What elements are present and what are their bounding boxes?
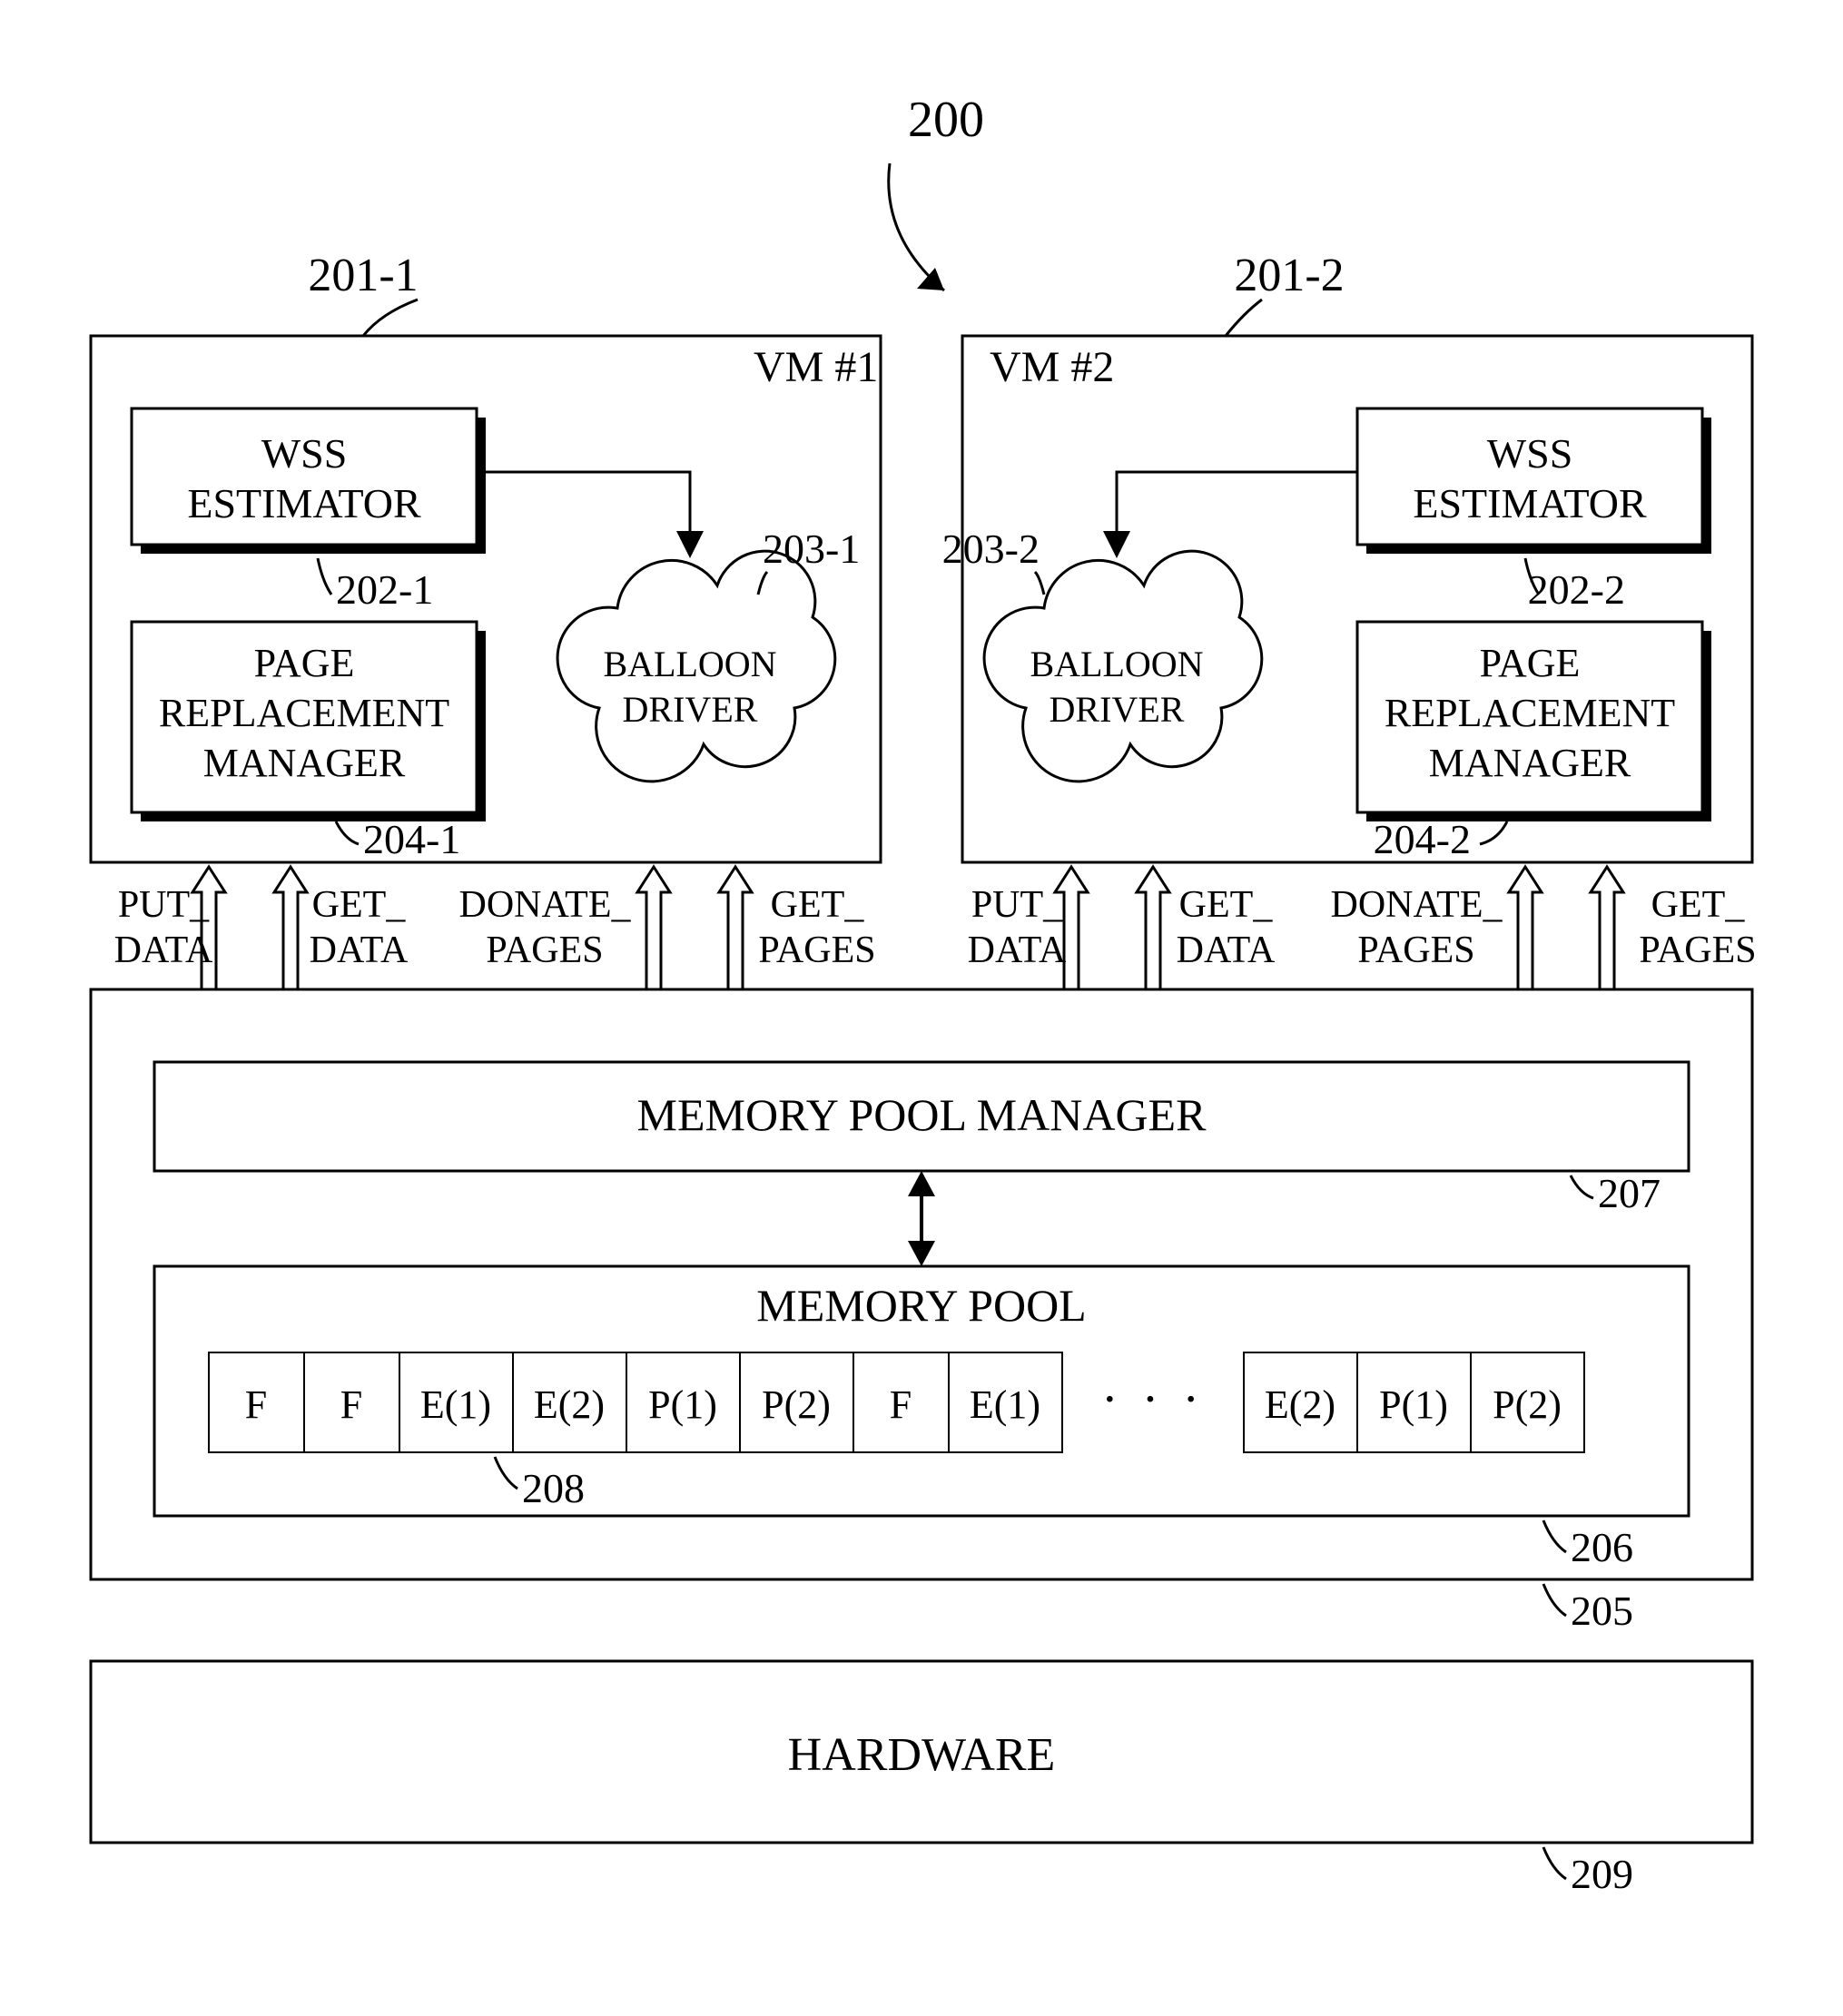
api-get-data-2b: DATA — [1177, 929, 1276, 971]
vm1-prm-l2: REPLACEMENT — [159, 691, 449, 735]
page-5: P(2) — [762, 1382, 831, 1427]
page-r1: P(1) — [1379, 1382, 1448, 1427]
api-get-data-1b: DATA — [310, 929, 409, 971]
vm2-prm-l1: PAGE — [1480, 641, 1581, 685]
page-r2: P(2) — [1493, 1382, 1562, 1427]
page-4: P(1) — [648, 1382, 717, 1427]
page-7: E(1) — [970, 1382, 1040, 1427]
vm1-prm-ref: 204-1 — [363, 816, 460, 862]
pages-ref: 208 — [522, 1465, 585, 1511]
vm2-prm-l3: MANAGER — [1429, 741, 1631, 785]
diagram-figure: 200 VM #1 201-1 WSS ESTIMATOR 202-1 PAGE… — [0, 0, 1843, 2016]
vm1-prm-l1: PAGE — [254, 641, 355, 685]
memory-pages-left: F F E(1) E(2) P(1) P(2) F E(1) — [209, 1352, 1062, 1452]
vm2-balloon-l1: BALLOON — [1030, 644, 1203, 684]
api-donate-1b: PAGES — [486, 929, 603, 971]
api-donate-2b: PAGES — [1357, 929, 1474, 971]
api-getpages-2b: PAGES — [1639, 929, 1756, 971]
vm2-prm-ref: 204-2 — [1374, 816, 1471, 862]
vm1-wss-label-l2: ESTIMATOR — [187, 480, 421, 526]
vm2-title: VM #2 — [990, 343, 1114, 391]
vm2-prm-l2: REPLACEMENT — [1385, 691, 1675, 735]
vm2-container: VM #2 201-2 WSS ESTIMATOR 202-2 PAGE REP… — [942, 250, 1752, 862]
hardware-label: HARDWARE — [788, 1729, 1056, 1781]
api-getpages-1b: PAGES — [758, 929, 875, 971]
mpool-label: MEMORY POOL — [756, 1280, 1086, 1331]
mpm-label: MEMORY POOL MANAGER — [637, 1089, 1207, 1140]
vm1-prm-l3: MANAGER — [203, 741, 406, 785]
page-0: F — [245, 1382, 267, 1427]
mpool-ref: 206 — [1571, 1524, 1633, 1570]
vm2-balloon-l2: DRIVER — [1050, 689, 1185, 730]
vm2-wss-l2: ESTIMATOR — [1413, 480, 1647, 526]
vm1-balloon-l2: DRIVER — [623, 689, 758, 730]
api-put-data-2a: PUT_ — [971, 884, 1063, 926]
vm1-wss-label-l1: WSS — [261, 430, 348, 477]
page-3: E(2) — [534, 1382, 605, 1427]
api-getpages-1a: GET_ — [771, 884, 865, 926]
api-put-data-1a: PUT_ — [118, 884, 210, 926]
page-1: F — [340, 1382, 362, 1427]
api-donate-1a: DONATE_ — [459, 884, 632, 926]
api-put-data-1b: DATA — [114, 929, 213, 971]
hv-ref: 205 — [1571, 1588, 1633, 1634]
vm1-title: VM #1 — [754, 343, 878, 391]
hardware-ref: 209 — [1571, 1851, 1633, 1897]
page-2: E(1) — [420, 1382, 491, 1427]
pages-ellipsis: · · · — [1101, 1372, 1205, 1428]
api-get-data-2a: GET_ — [1179, 884, 1274, 926]
vm1-balloon-l1: BALLOON — [603, 644, 776, 684]
vm1-wss-ref: 202-1 — [336, 566, 433, 613]
mpm-ref: 207 — [1598, 1170, 1661, 1216]
api-put-data-2b: DATA — [968, 929, 1067, 971]
api-getpages-2a: GET_ — [1651, 884, 1746, 926]
vm1-container: VM #1 201-1 WSS ESTIMATOR 202-1 PAGE REP… — [91, 250, 881, 862]
vm2-ref-label: 201-2 — [1234, 250, 1344, 301]
vm1-balloon-ref: 203-1 — [763, 526, 860, 572]
page-6: F — [890, 1382, 912, 1427]
vm2-wss-ref: 202-2 — [1528, 566, 1625, 613]
figure-number-label: 200 — [908, 92, 984, 148]
vm2-wss-l1: WSS — [1487, 430, 1573, 477]
api-get-data-1a: GET_ — [312, 884, 407, 926]
vm1-ref-label: 201-1 — [308, 250, 418, 301]
page-r0: E(2) — [1265, 1382, 1335, 1427]
memory-pages-right: E(2) P(1) P(2) — [1244, 1352, 1584, 1452]
vm2-balloon-ref: 203-2 — [942, 526, 1040, 572]
api-donate-2a: DONATE_ — [1331, 884, 1503, 926]
